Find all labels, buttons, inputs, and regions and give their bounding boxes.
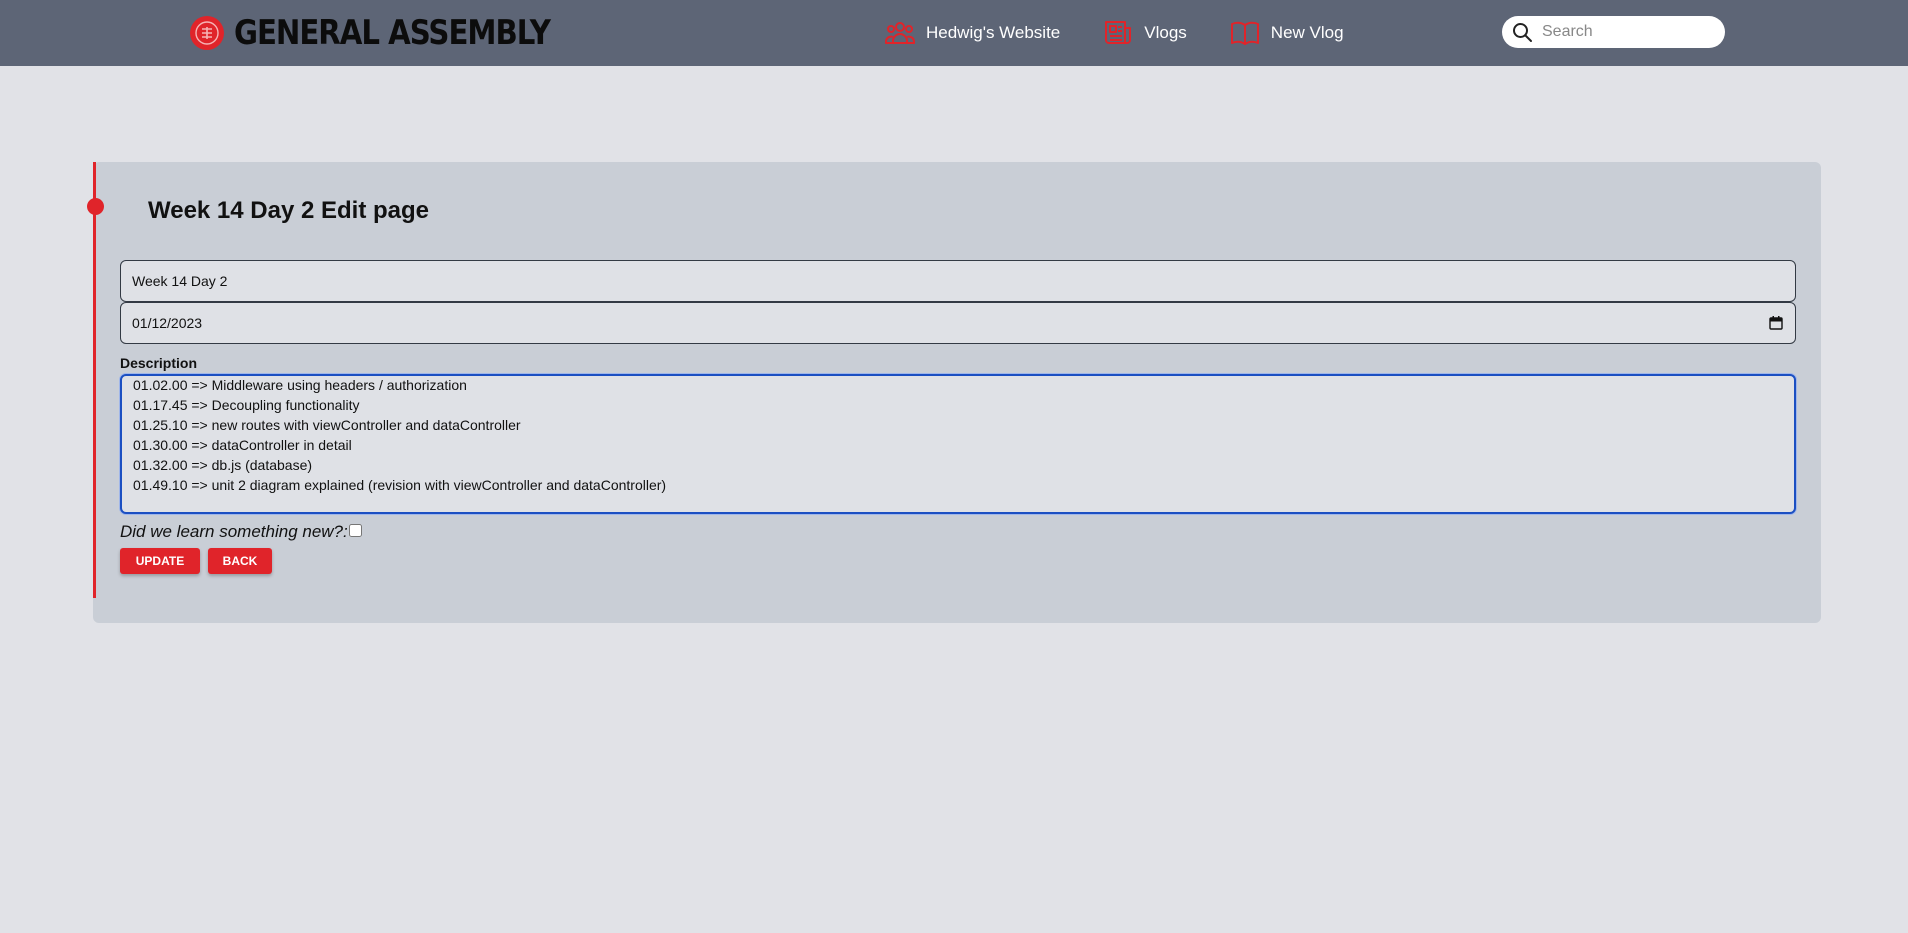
search-icon bbox=[1512, 22, 1533, 43]
brand-name: GENERAL ASSEMBLY bbox=[234, 13, 551, 53]
description-line: 01.30.00 => dataController in detail bbox=[133, 437, 352, 453]
brand[interactable]: GENERAL ASSEMBLY bbox=[190, 12, 601, 54]
date-value: 01/12/2023 bbox=[132, 315, 203, 331]
brand-logo-icon bbox=[190, 16, 224, 50]
nav-item-label: Hedwig's Website bbox=[926, 23, 1061, 42]
calendar-icon[interactable] bbox=[1768, 315, 1784, 331]
page-title: Week 14 Day 2 Edit page bbox=[148, 197, 430, 224]
learned-label: Did we learn something new?: bbox=[120, 522, 348, 541]
search-box bbox=[1502, 16, 1725, 48]
description-line: 01.02.00 => Middleware using headers / a… bbox=[133, 377, 467, 393]
description-line: 01.32.00 => db.js (database) bbox=[133, 457, 313, 473]
date-input[interactable]: 01/12/2023 bbox=[120, 302, 1796, 344]
book-open-icon bbox=[1229, 18, 1261, 48]
search-input[interactable] bbox=[1542, 20, 1714, 44]
nav-item-new-vlog[interactable]: New Vlog bbox=[1229, 18, 1344, 48]
description-line: 01.25.10 => new routes with viewControll… bbox=[133, 417, 521, 433]
learned-checkbox[interactable] bbox=[348, 523, 362, 537]
nav-item-vlogs[interactable]: Vlogs bbox=[1102, 18, 1187, 48]
nav-item-label: Vlogs bbox=[1144, 23, 1187, 42]
update-button[interactable]: UPDATE bbox=[120, 548, 200, 574]
navbar: GENERAL ASSEMBLY Hedwig's Website Vlogs … bbox=[0, 0, 1908, 66]
description-label: Description bbox=[120, 355, 198, 371]
newspaper-icon bbox=[1102, 18, 1134, 48]
users-icon bbox=[884, 18, 916, 48]
title-input[interactable] bbox=[120, 260, 1796, 302]
timeline-line bbox=[93, 162, 96, 598]
description-line: 01.49.10 => unit 2 diagram explained (re… bbox=[133, 477, 667, 493]
description-textarea[interactable]: 01.02.00 => Middleware using headers / a… bbox=[120, 374, 1796, 514]
description-line: 01.17.45 => Decoupling functionality bbox=[133, 397, 360, 413]
timeline-dot bbox=[87, 198, 104, 215]
nav-links: Hedwig's Website Vlogs New Vlog bbox=[884, 16, 1344, 50]
back-button[interactable]: BACK bbox=[208, 548, 272, 574]
learned-row: Did we learn something new?: bbox=[120, 521, 362, 543]
nav-item-hedwigs-website[interactable]: Hedwig's Website bbox=[884, 18, 1060, 48]
nav-item-label: New Vlog bbox=[1270, 23, 1344, 42]
